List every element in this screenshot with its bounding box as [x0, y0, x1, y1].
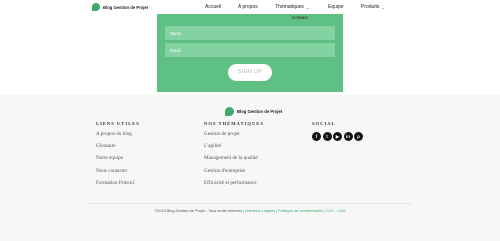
brand-name: Blog Gestion de Projet — [103, 4, 149, 10]
footer-logo-text: Blog Gestion de Projet — [237, 109, 283, 114]
brand-logo-icon — [92, 3, 100, 11]
top-navigation-bar: Blog Gestion de Projet Accueil A propos … — [0, 0, 500, 14]
nav-item-thematiques[interactable]: Thématiques ⌄ — [275, 3, 309, 11]
chevron-down-icon: ⌄ — [381, 4, 385, 10]
linkedin-icon[interactable]: in — [343, 132, 353, 141]
nav-item-equipe[interactable]: Equipe — [328, 3, 344, 11]
footer-logo[interactable]: Blog Gestion de Projet — [225, 107, 282, 116]
name-placeholder: Name — [170, 31, 182, 36]
footer-divider — [89, 203, 411, 204]
email-placeholder: Email — [170, 48, 181, 53]
footer-link-prince2[interactable]: Formation Prince2 — [96, 180, 135, 193]
nav-label: Equipe — [328, 4, 344, 10]
signup-panel: Contact Name Email SIGN UP — [157, 14, 343, 92]
youtube-icon[interactable]: ▶ — [333, 132, 342, 141]
email-field[interactable]: Email — [165, 43, 335, 57]
nav-label: A propos — [238, 4, 258, 10]
nav-label: Thématiques — [275, 4, 304, 10]
thematiques-title: NOS THÉMATIQUES — [204, 121, 264, 126]
nav-item-produits[interactable]: Produits ⌄ — [361, 3, 385, 11]
legal-links[interactable]: | Mentions Légales | Politique de confid… — [243, 209, 345, 213]
nav-label: Accueil — [205, 4, 222, 10]
contact-link[interactable]: Contact — [292, 15, 308, 20]
brand[interactable]: Blog Gestion de Projet — [92, 2, 148, 12]
name-field[interactable]: Name — [165, 26, 335, 40]
footer-link-qualite[interactable]: Management de la qualité — [204, 156, 258, 168]
social-title: SOCIAL — [312, 121, 336, 126]
facebook-icon[interactable]: f — [312, 132, 321, 141]
nav-item-a-propos[interactable]: A propos — [238, 3, 258, 11]
social-icons: f t ▶ in p — [312, 132, 363, 141]
footer-link-efficacite[interactable]: Efficacité et performance — [204, 180, 258, 193]
logo-icon — [225, 107, 234, 116]
nav-label: Produits — [361, 4, 380, 10]
sign-up-button[interactable]: SIGN UP — [228, 64, 272, 81]
footer-link-contact[interactable]: Nous contacter — [96, 168, 135, 181]
footer: Blog Gestion de Projet LIENS UTILES A pr… — [0, 95, 500, 241]
footer-link-equipe[interactable]: Notre équipe — [96, 156, 135, 168]
chevron-down-icon: ⌄ — [305, 4, 310, 10]
thematiques-list: Gestion de projet L'agilité Management d… — [204, 131, 258, 193]
twitter-icon[interactable]: t — [322, 132, 332, 141]
pinterest-icon[interactable]: p — [354, 132, 363, 141]
liens-utiles-title: LIENS UTILES — [96, 121, 140, 126]
footer-link-gestion-entreprise[interactable]: Gestion d'entreprise — [204, 168, 258, 181]
copyright-line: ©2023 Blog Gestion de Projet - Tous droi… — [0, 209, 500, 213]
copyright-text: ©2023 Blog Gestion de Projet - Tous droi… — [154, 209, 243, 213]
nav-item-accueil[interactable]: Accueil — [205, 3, 221, 11]
liens-utiles-list: A propos du blog Glossaire Notre équipe … — [96, 131, 135, 193]
